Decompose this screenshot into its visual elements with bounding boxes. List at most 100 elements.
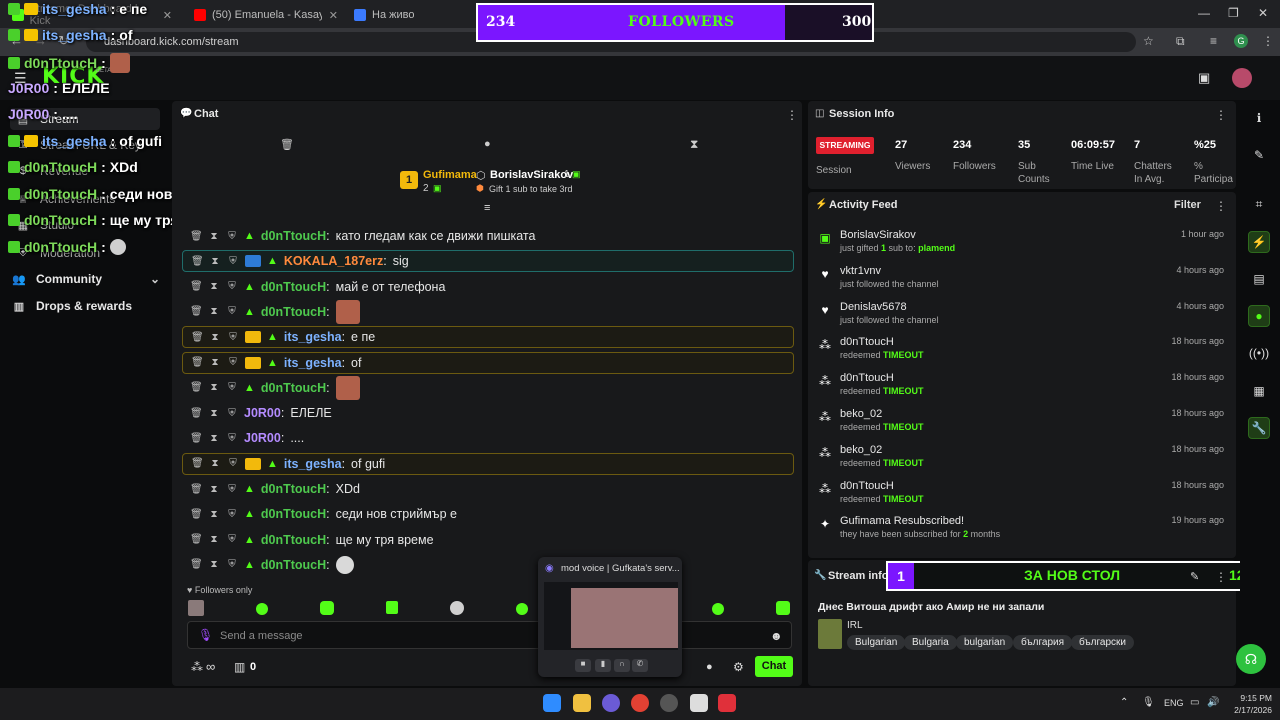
- hourglass-icon[interactable]: ⧗: [690, 137, 698, 152]
- chat-message[interactable]: 🗑 ⧗ ⛨ J0R00: ЕЛЕЛЕ: [182, 402, 794, 424]
- chat-icon[interactable]: ●: [1248, 305, 1270, 327]
- chat-message[interactable]: 🗑 ⧗ ⛨ ▲ KOKALA_187erz: sig: [182, 250, 794, 273]
- emote-slot[interactable]: [776, 601, 790, 615]
- ban-icon[interactable]: ⛨: [226, 231, 238, 242]
- menu-kebab-icon[interactable]: ⋮: [1262, 34, 1274, 48]
- bookmark-star-icon[interactable]: ☆: [1143, 34, 1154, 48]
- delete-message-icon[interactable]: 🗑: [190, 281, 203, 292]
- chat-toggle-icon[interactable]: ●: [484, 138, 491, 150]
- chat-username[interactable]: d0nTtoucH: [261, 507, 326, 521]
- emote-slot[interactable]: [386, 601, 398, 614]
- ban-icon[interactable]: ⛨: [226, 382, 238, 393]
- user-avatar[interactable]: [1232, 68, 1252, 88]
- close-icon[interactable]: ✕: [163, 9, 172, 22]
- timeout-icon[interactable]: ⧗: [208, 559, 220, 570]
- activity-menu-icon[interactable]: ⋮: [1215, 199, 1227, 213]
- emoji-icon[interactable]: ☻: [770, 629, 783, 643]
- disconnect-icon[interactable]: ✆: [632, 659, 648, 672]
- ban-icon[interactable]: ⛨: [226, 509, 238, 520]
- broadcast-icon[interactable]: ((•)): [1248, 342, 1270, 364]
- close-icon[interactable]: ✕: [329, 9, 338, 22]
- ban-icon[interactable]: ⛨: [226, 306, 238, 317]
- ban-icon[interactable]: ⛨: [226, 559, 238, 570]
- chat-message[interactable]: 🗑 ⧗ ⛨ ▲ d0nTtoucH:: [182, 375, 794, 400]
- windows-start-icon[interactable]: [543, 694, 561, 712]
- timeout-icon[interactable]: ⧗: [208, 509, 220, 520]
- emote-slot[interactable]: [256, 603, 268, 615]
- edit-pencil-icon[interactable]: ✎: [1190, 570, 1199, 583]
- tag[interactable]: българия: [1013, 635, 1073, 650]
- activity-username[interactable]: d0nTtoucH: [840, 480, 894, 492]
- discord-taskbar-icon[interactable]: [602, 694, 620, 712]
- browser-tab-2[interactable]: (50) Emanuela - Kasay / Емануела ✕: [186, 4, 346, 26]
- emote-slot[interactable]: [712, 603, 724, 615]
- network-icon[interactable]: ▭: [1190, 697, 1199, 708]
- chat-message[interactable]: 🗑 ⧗ ⛨ ▲ d0nTtoucH:: [182, 554, 794, 576]
- chat-username[interactable]: its_gesha: [284, 330, 342, 344]
- info-icon[interactable]: ℹ: [1248, 107, 1270, 129]
- minimize-icon[interactable]: —: [1198, 6, 1210, 20]
- emote-slot[interactable]: [450, 601, 464, 615]
- activity-item[interactable]: ▣ BorislavSirakov just gifted 1 sub to: pl…: [818, 229, 1228, 261]
- list-icon[interactable]: ▤: [1248, 268, 1270, 290]
- ban-icon[interactable]: ⛨: [226, 484, 238, 495]
- wrench-icon[interactable]: 🔧: [1248, 417, 1270, 439]
- activity-username[interactable]: Gufimama Resubscribed!: [840, 515, 964, 527]
- delete-message-icon[interactable]: 🗑: [191, 332, 204, 343]
- tag[interactable]: Bulgaria: [904, 635, 957, 650]
- chat-options-icon[interactable]: ●: [706, 661, 713, 673]
- chat-message[interactable]: 🗑 ⧗ ⛨ ▲ d0nTtoucH: седи нов стриймър е: [182, 503, 794, 525]
- chat-message[interactable]: 🗑 ⧗ ⛨ ▲ its_gesha: of: [182, 351, 794, 374]
- timeout-icon[interactable]: ⧗: [209, 256, 221, 267]
- file-explorer-icon[interactable]: [573, 694, 591, 712]
- emote-slot[interactable]: [188, 600, 204, 616]
- chat-send-button[interactable]: Chat: [755, 656, 793, 677]
- maximize-icon[interactable]: ❐: [1228, 6, 1239, 20]
- timeout-icon[interactable]: ⧗: [209, 357, 221, 368]
- category-name[interactable]: IRL: [847, 620, 863, 631]
- ban-icon[interactable]: ⛨: [226, 408, 238, 419]
- delete-message-icon[interactable]: 🗑: [191, 256, 204, 267]
- media-icon[interactable]: ≡: [1210, 34, 1217, 48]
- chat-username[interactable]: d0nTtoucH: [261, 381, 326, 395]
- timeout-icon[interactable]: ⧗: [208, 408, 220, 419]
- activity-item[interactable]: ⁂ d0nTtoucH redeemed TIMEOUT 18 hours ago: [818, 480, 1228, 512]
- activity-item[interactable]: ⁂ d0nTtoucH redeemed TIMEOUT 18 hours ago: [818, 336, 1228, 368]
- collapse-icon[interactable]: ≡: [484, 202, 490, 214]
- ban-icon[interactable]: ⛨: [227, 458, 239, 469]
- activity-username[interactable]: BorislavSirakov: [840, 229, 916, 241]
- chat-username[interactable]: J0R00: [244, 431, 281, 445]
- support-headset-icon[interactable]: ☊: [1236, 644, 1266, 674]
- timeout-icon[interactable]: ⧗: [208, 306, 220, 317]
- chat-username[interactable]: its_gesha: [284, 356, 342, 370]
- activity-username[interactable]: vktr1vnv: [840, 265, 881, 277]
- trash-icon[interactable]: 🗑: [280, 138, 294, 151]
- activity-username[interactable]: beko_02: [840, 408, 882, 420]
- ban-icon[interactable]: ⛨: [227, 332, 239, 343]
- delete-message-icon[interactable]: 🗑: [190, 408, 203, 419]
- activity-username[interactable]: d0nTtoucH: [840, 372, 894, 384]
- delete-message-icon[interactable]: 🗑: [190, 306, 203, 317]
- stream-info-menu-icon[interactable]: ⋮: [1215, 570, 1227, 584]
- browser-tab-3[interactable]: На живо: [346, 4, 476, 26]
- activity-username[interactable]: Denislav5678: [840, 301, 907, 313]
- chat-message[interactable]: 🗑 ⧗ ⛨ ▲ d0nTtoucH: XDd: [182, 478, 794, 500]
- ban-icon[interactable]: ⛨: [227, 256, 239, 267]
- activity-item[interactable]: ✦ Gufimama Resubscribed! they have been su…: [818, 515, 1228, 547]
- extensions-icon[interactable]: ⧉: [1176, 34, 1185, 49]
- category-thumbnail[interactable]: [818, 619, 842, 649]
- chat-message[interactable]: 🗑 ⧗ ⛨ ▲ d0nTtoucH: май е от телефона: [182, 276, 794, 298]
- delete-message-icon[interactable]: 🗑: [190, 231, 203, 242]
- sidebar-item-drops[interactable]: ▥ Drops & rewards: [10, 295, 160, 317]
- emote-slot[interactable]: [516, 603, 528, 615]
- delete-message-icon[interactable]: 🗑: [191, 357, 204, 368]
- tag[interactable]: български: [1071, 635, 1134, 650]
- chat-username[interactable]: d0nTtoucH: [261, 558, 326, 572]
- chat-username[interactable]: KOKALA_187erz: [284, 254, 383, 268]
- camera-icon[interactable]: ▣: [1198, 70, 1210, 86]
- ban-icon[interactable]: ⛨: [226, 534, 238, 545]
- chat-message[interactable]: 🗑 ⧗ ⛨ ▲ d0nTtoucH: като гледам как се движи п…: [182, 225, 794, 247]
- delete-message-icon[interactable]: 🗑: [190, 484, 203, 495]
- activity-username[interactable]: beko_02: [840, 444, 882, 456]
- chat-message[interactable]: 🗑 ⧗ ⛨ J0R00:....: [182, 427, 794, 449]
